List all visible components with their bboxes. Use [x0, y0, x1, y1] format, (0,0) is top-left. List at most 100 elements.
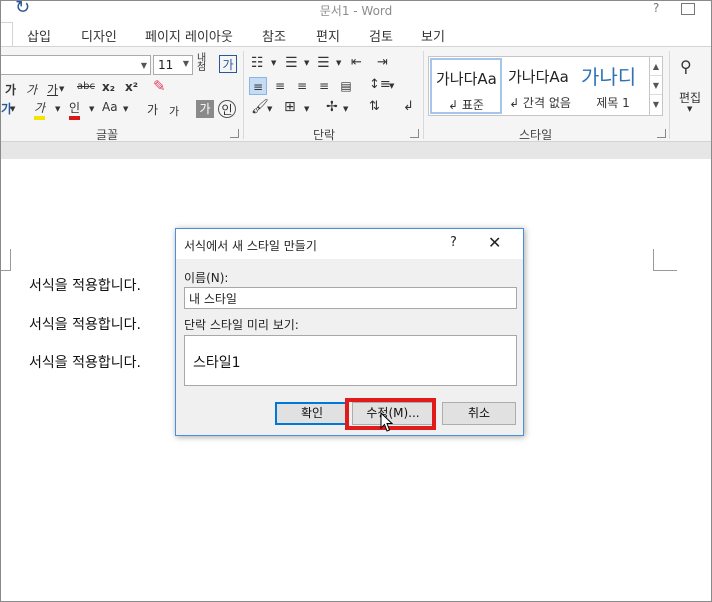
document-line[interactable]: 서식을 적용합니다. [29, 352, 141, 372]
chevron-down-icon: ▼ [182, 59, 189, 68]
font-name-combo[interactable]: ▼ [1, 55, 151, 75]
style-normal[interactable]: 가나다Aa ↲ 표준 [430, 58, 502, 114]
paragraph-dialog-launcher[interactable] [410, 129, 419, 138]
chevron-down-icon[interactable]: ▼ [267, 105, 272, 113]
dialog-help-button[interactable]: ? [450, 235, 457, 250]
chevron-down-icon[interactable]: ▼ [123, 105, 128, 113]
ribbon-tabs: 삽입 디자인 페이지 레이아웃 참조 편지 검토 보기 [1, 19, 711, 47]
chevron-down-icon[interactable]: ▼ [343, 105, 348, 113]
tab-mailings[interactable]: 편지 [316, 26, 340, 45]
ok-button[interactable]: 확인 [275, 402, 349, 425]
font-size-combo[interactable]: 11 ▼ [153, 55, 193, 75]
borders-icon[interactable]: ⊞ [284, 99, 296, 115]
styles-group-label: 스타일 [519, 128, 553, 142]
preview-label: 단락 스타일 미리 보기: [184, 318, 299, 332]
bold-button[interactable]: 가 [5, 81, 16, 98]
align-right-button[interactable]: ≡ [293, 77, 311, 95]
styles-gallery: 가나다Aa ↲ 표준 가나다Aa ↲ 간격 없음 가나디 제목 1 [428, 56, 650, 116]
tab-layout[interactable]: 페이지 레이아웃 [145, 26, 233, 45]
italic-button[interactable]: 가 [26, 81, 37, 98]
sort-icon[interactable]: ⇅ [369, 99, 380, 114]
asian-layout-icon[interactable]: ✢ [326, 99, 338, 115]
chevron-down-icon[interactable]: ▼ [304, 105, 309, 113]
tab-references[interactable]: 참조 [262, 26, 286, 45]
strikethrough-button[interactable]: abc [77, 81, 95, 92]
styles-dialog-launcher[interactable] [657, 129, 666, 138]
dialog-title: 서식에서 새 스타일 만들기 [184, 239, 317, 253]
margin-corner-left [1, 249, 11, 271]
ribbon-options-icon[interactable] [681, 3, 695, 15]
chevron-down-icon[interactable]: ▼ [59, 85, 64, 93]
chevron-down-icon[interactable]: ▼ [89, 105, 94, 113]
subscript-button[interactable]: x₂ [102, 80, 115, 94]
multilevel-list-icon[interactable]: ☰ [317, 55, 330, 71]
help-button[interactable]: ? [653, 1, 659, 15]
font-group-label: 글꼴 [96, 128, 119, 142]
chevron-down-icon: ▼ [140, 61, 147, 70]
grow-font-button[interactable]: 가 [147, 101, 158, 118]
increase-indent-icon[interactable]: ⇥ [377, 55, 388, 70]
style-sample: 가나디 [581, 65, 637, 89]
change-case-button[interactable]: Aa [102, 100, 118, 114]
document-line[interactable]: 서식을 적용합니다. [29, 314, 141, 334]
distributed-button[interactable]: ▤ [337, 77, 355, 95]
numbering-icon[interactable]: ☰ [285, 55, 298, 71]
show-marks-icon[interactable]: ↲ [403, 99, 414, 114]
align-center-button[interactable]: ≡ [271, 77, 289, 95]
grow-font-icon[interactable]: 내첨 [197, 54, 206, 73]
font-size-value: 11 [158, 58, 174, 72]
chevron-down-icon[interactable]: ▼ [271, 59, 276, 67]
chevron-down-icon[interactable]: ▼ [336, 59, 341, 67]
document-line[interactable]: 서식을 적용합니다. [29, 275, 141, 295]
style-name: ↲ 표준 [448, 98, 484, 112]
style-heading-1[interactable]: 가나디 제목 1 [577, 58, 649, 114]
editing-label: 편집 [679, 91, 702, 105]
style-sample: 가나다Aa [508, 68, 569, 86]
close-icon[interactable]: ✕ [488, 233, 501, 252]
chevron-down-icon[interactable]: ▼ [10, 105, 15, 113]
chevron-down-icon[interactable]: ▼ [389, 82, 394, 90]
title-bar: ↻ 문서1 - Word ? [1, 0, 711, 19]
more-styles-icon[interactable]: ▼ [650, 95, 662, 114]
chevron-down-icon[interactable]: ▼ [55, 105, 60, 113]
phonetic-guide-icon[interactable]: 가 [219, 55, 237, 73]
chevron-down-icon[interactable]: ▼ [650, 76, 662, 95]
enclose-characters-button[interactable]: 인 [218, 100, 236, 118]
style-preview-box: 스타일1 [184, 335, 517, 386]
bullets-icon[interactable]: ☷ [251, 55, 264, 71]
justify-button[interactable]: ≡ [315, 77, 333, 95]
paragraph-group-label: 단락 [313, 128, 336, 142]
underline-button[interactable]: 가 [47, 81, 58, 98]
group-separator [243, 51, 244, 139]
chevron-down-icon[interactable]: ▼ [304, 59, 309, 67]
style-name: 제목 1 [596, 96, 630, 110]
decrease-indent-icon[interactable]: ⇤ [351, 55, 362, 70]
align-left-button[interactable]: ≡ [249, 77, 267, 95]
ribbon: ▼ 11 ▼ 내첨 가 가 가 가 ▼ abc x₂ x² ✎ 가 ▼ 가 ▼ 인… [1, 46, 711, 142]
dialog-title-bar[interactable]: 서식에서 새 스타일 만들기 ? ✕ [176, 229, 523, 259]
character-shading-button[interactable]: 가 [196, 100, 214, 118]
clear-formatting-icon[interactable]: ✎ [153, 77, 166, 95]
style-name-input[interactable] [184, 287, 517, 309]
font-color-button[interactable]: 인 [69, 99, 81, 120]
group-separator [423, 51, 424, 139]
tab-review[interactable]: 검토 [369, 26, 393, 45]
chevron-up-icon[interactable]: ▲ [650, 57, 662, 76]
font-dialog-launcher[interactable] [230, 129, 239, 138]
group-separator [669, 51, 670, 139]
tab-design[interactable]: 디자인 [81, 26, 117, 45]
gallery-scroll[interactable]: ▲ ▼ ▼ [649, 56, 663, 116]
editing-button[interactable]: ⚲ 편집 ▼ [674, 55, 708, 135]
shrink-font-button[interactable]: 가 [169, 103, 179, 119]
line-spacing-icon[interactable]: ↕≡ [369, 77, 391, 92]
cancel-button[interactable]: 취소 [442, 402, 516, 425]
tab-insert[interactable]: 삽입 [27, 26, 51, 45]
tab-home[interactable] [1, 22, 13, 47]
tab-view[interactable]: 보기 [421, 26, 445, 45]
margin-corner-right [653, 249, 677, 271]
ruler-gap [1, 142, 711, 159]
preview-text: 스타일1 [193, 355, 241, 371]
superscript-button[interactable]: x² [125, 80, 138, 94]
highlight-color-button[interactable]: 가 [34, 99, 46, 120]
style-no-spacing[interactable]: 가나다Aa ↲ 간격 없음 [504, 58, 576, 114]
